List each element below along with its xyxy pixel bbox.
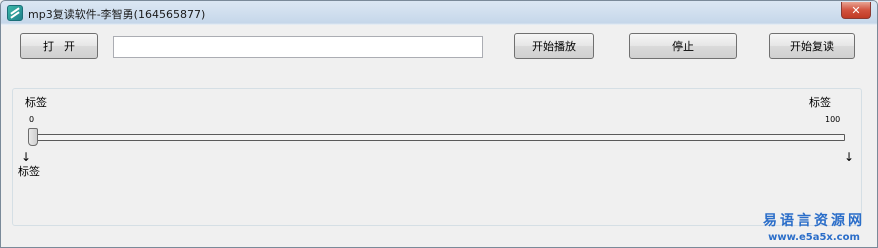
start-marker-arrow-icon: ↓: [21, 150, 32, 164]
close-icon: ✕: [851, 3, 861, 17]
watermark-title: 易语言资源网: [763, 213, 865, 229]
app-icon: [7, 5, 23, 21]
window-title: mp3复读软件-李智勇(164565877): [28, 8, 206, 21]
file-path-input[interactable]: [113, 36, 483, 58]
label-bottom-left: 标签: [18, 165, 40, 178]
end-marker-arrow-icon: ↓: [844, 150, 855, 164]
slider-min-value: 0: [29, 115, 35, 124]
title-bar[interactable]: mp3复读软件-李智勇(164565877) ✕: [1, 1, 877, 25]
repeat-button[interactable]: 开始复读: [769, 33, 855, 59]
client-area: 打开 开始播放 停止 开始复读 标签 标签 0 100 ↓ ↓ 标签: [8, 25, 870, 242]
close-button[interactable]: ✕: [841, 2, 871, 19]
watermark-url: www.e5a5x.com: [768, 232, 860, 243]
main-window: mp3复读软件-李智勇(164565877) ✕ 打开 开始播放 停止 开始复读…: [0, 0, 878, 248]
watermark: 易语言资源网 www.e5a5x.com: [759, 210, 869, 243]
progress-slider-thumb[interactable]: [28, 128, 38, 146]
label-top-right: 标签: [809, 96, 831, 109]
stop-button[interactable]: 停止: [629, 33, 737, 59]
label-top-left: 标签: [25, 96, 47, 109]
play-button[interactable]: 开始播放: [514, 33, 594, 59]
slider-max-value: 100: [825, 115, 841, 124]
slider-panel: 标签 标签 0 100 ↓ ↓ 标签: [12, 88, 862, 226]
progress-slider-track[interactable]: [28, 134, 845, 141]
open-button[interactable]: 打开: [20, 33, 98, 59]
